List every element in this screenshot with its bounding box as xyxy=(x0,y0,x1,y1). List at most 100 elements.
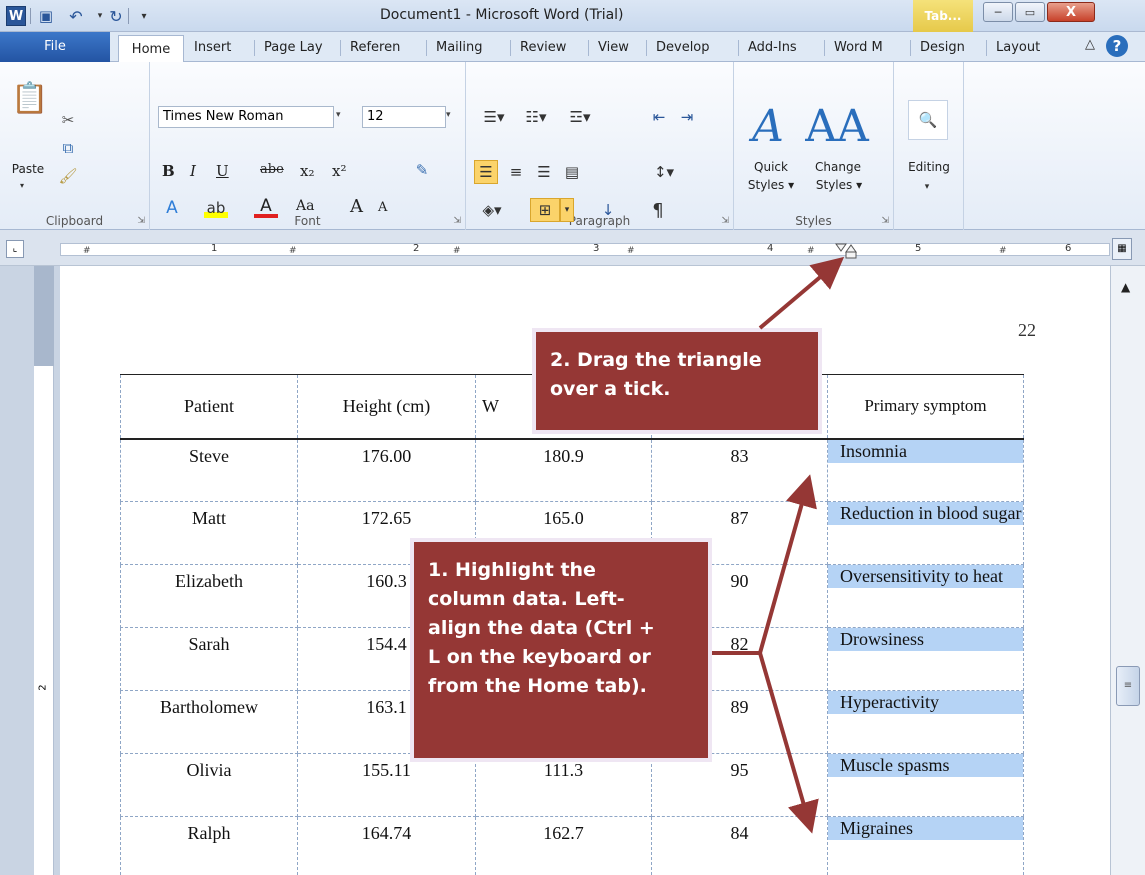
paste-button[interactable]: Paste xyxy=(6,162,50,176)
tab-developer[interactable]: Develop xyxy=(650,34,716,61)
change-styles-button[interactable]: Change xyxy=(808,160,868,174)
indent-markers[interactable] xyxy=(0,230,1145,266)
clipboard-launcher-icon[interactable]: ⇲ xyxy=(137,216,145,226)
styles-launcher-icon[interactable]: ⇲ xyxy=(881,216,889,226)
shading-icon[interactable]: ◈▾ xyxy=(474,198,510,222)
text-effects-icon[interactable]: A xyxy=(160,198,184,218)
scroll-thumb[interactable]: ≡ xyxy=(1116,666,1140,706)
font-size-combobox[interactable]: 12 xyxy=(362,106,446,128)
paste-dropdown-icon[interactable]: ▾ xyxy=(20,181,24,190)
save-icon[interactable]: ▣ xyxy=(36,6,56,26)
height-cell[interactable]: 176.00 xyxy=(297,438,476,502)
decrease-indent-icon[interactable]: ⇤ xyxy=(648,106,670,128)
paragraph-launcher-icon[interactable]: ⇲ xyxy=(721,216,729,226)
tab-insert[interactable]: Insert xyxy=(188,34,237,61)
clear-formatting-icon[interactable]: ✎ xyxy=(412,160,432,180)
patient-cell[interactable]: Elizabeth xyxy=(120,564,298,628)
minimize-ribbon-icon[interactable]: △ xyxy=(1085,37,1095,52)
line-spacing-icon[interactable]: ↕▾ xyxy=(646,160,682,184)
cut-icon[interactable]: ✂ xyxy=(58,110,78,130)
weight-cell[interactable]: 180.9 xyxy=(475,438,652,502)
vertical-ruler[interactable]: 2 xyxy=(34,266,54,875)
symptom-cell[interactable]: Migraines xyxy=(827,816,1024,875)
word-app-icon[interactable]: W xyxy=(6,6,26,26)
font-color-icon[interactable]: A xyxy=(254,196,278,218)
copy-icon[interactable]: ⧉ xyxy=(58,138,78,158)
numbering-icon[interactable]: ☷▾ xyxy=(518,106,554,128)
font-launcher-icon[interactable]: ⇲ xyxy=(453,216,461,226)
format-painter-icon[interactable]: 🖌 xyxy=(58,166,78,186)
tab-mailings[interactable]: Mailing xyxy=(430,34,489,61)
bold-button[interactable]: B xyxy=(162,162,175,180)
binoculars-icon[interactable]: 🔍 xyxy=(908,100,948,140)
value-cell[interactable]: 84 xyxy=(651,816,828,875)
view-ruler-icon[interactable]: ▦ xyxy=(1112,238,1132,260)
change-case-button[interactable]: Aa xyxy=(296,198,314,214)
shrink-font-button[interactable]: A xyxy=(378,200,387,215)
tab-references[interactable]: Referen xyxy=(344,34,406,61)
scroll-up-icon[interactable]: ▲ xyxy=(1121,280,1130,294)
tab-design[interactable]: Design xyxy=(914,34,971,61)
change-styles-icon[interactable]: AA xyxy=(805,101,869,152)
undo-icon[interactable]: ↶ xyxy=(66,6,86,26)
underline-button[interactable]: U xyxy=(216,162,229,180)
superscript-button[interactable]: x² xyxy=(332,162,346,180)
font-name-dropdown-icon[interactable]: ▾ xyxy=(336,110,341,120)
maximize-button[interactable]: ▭ xyxy=(1015,2,1045,22)
sort-icon[interactable]: ↓ xyxy=(596,198,620,222)
redo-icon[interactable]: ↻ xyxy=(106,6,126,26)
help-icon[interactable]: ? xyxy=(1106,35,1128,57)
patient-cell[interactable]: Sarah xyxy=(120,627,298,691)
patient-cell[interactable]: Ralph xyxy=(120,816,298,875)
borders-icon[interactable]: ⊞ xyxy=(530,198,560,222)
value-cell[interactable]: 83 xyxy=(651,438,828,502)
tab-word-m[interactable]: Word M xyxy=(828,34,889,61)
header-patient[interactable]: Patient xyxy=(120,374,298,440)
multilevel-list-icon[interactable]: ☲▾ xyxy=(558,106,602,128)
patient-cell[interactable]: Steve xyxy=(120,438,298,502)
tab-file[interactable]: File xyxy=(0,32,110,62)
borders-dropdown-icon[interactable]: ▾ xyxy=(560,198,574,222)
close-button[interactable]: X xyxy=(1047,2,1095,22)
symptom-cell[interactable]: Drowsiness xyxy=(827,627,1024,691)
header-primary-symptom[interactable]: Primary symptom xyxy=(827,374,1024,440)
tab-review[interactable]: Review xyxy=(514,34,572,61)
weight-cell[interactable]: 111.3 xyxy=(475,753,652,817)
hanging-indent-marker[interactable] xyxy=(845,244,857,253)
first-line-indent-marker[interactable] xyxy=(835,243,847,252)
subscript-button[interactable]: x₂ xyxy=(300,162,314,180)
symptom-cell[interactable]: Oversensitivity to heat xyxy=(827,564,1024,628)
align-left-icon[interactable]: ☰ xyxy=(474,160,498,184)
customize-quick-access-icon[interactable]: ▾ xyxy=(134,6,154,26)
quick-styles-label-2[interactable]: Styles ▾ xyxy=(740,178,802,192)
tab-page-layout[interactable]: Page Lay xyxy=(258,34,336,61)
weight-cell[interactable]: 162.7 xyxy=(475,816,652,875)
paste-icon[interactable]: 📋 xyxy=(8,72,52,124)
symptom-cell[interactable]: Insomnia xyxy=(827,438,1024,502)
symptom-cell[interactable]: Muscle spasms xyxy=(827,753,1024,817)
center-icon[interactable]: ≡ xyxy=(504,160,528,184)
increase-indent-icon[interactable]: ⇥ xyxy=(676,106,698,128)
patient-cell[interactable]: Bartholomew xyxy=(120,690,298,754)
highlight-color-icon[interactable]: ab xyxy=(204,198,228,218)
show-hide-button[interactable]: ¶ xyxy=(646,198,670,222)
justify-icon[interactable]: ▤ xyxy=(560,160,584,184)
italic-button[interactable]: I xyxy=(190,162,196,180)
quick-styles-button[interactable]: Quick xyxy=(744,160,798,174)
vertical-scrollbar[interactable]: ▲ ≡ xyxy=(1110,266,1145,875)
change-styles-label-2[interactable]: Styles ▾ xyxy=(808,178,870,192)
symptom-cell[interactable]: Reduction in blood sugar xyxy=(827,501,1024,565)
patient-cell[interactable]: Matt xyxy=(120,501,298,565)
height-cell[interactable]: 164.74 xyxy=(297,816,476,875)
font-size-dropdown-icon[interactable]: ▾ xyxy=(446,110,451,120)
quick-styles-icon[interactable]: A xyxy=(744,101,792,152)
left-indent-marker[interactable] xyxy=(845,251,857,259)
patient-cell[interactable]: Olivia xyxy=(120,753,298,817)
tab-home[interactable]: Home xyxy=(118,35,184,62)
strikethrough-button[interactable]: abe xyxy=(260,162,284,177)
align-right-icon[interactable]: ☰ xyxy=(532,160,556,184)
font-name-combobox[interactable]: Times New Roman xyxy=(158,106,334,128)
height-cell[interactable]: 155.11 xyxy=(297,753,476,817)
minimize-button[interactable]: ─ xyxy=(983,2,1013,22)
horizontal-ruler[interactable]: ⌞ # 1 # 2 # 3 # 4 # 5 # 6 ▦ xyxy=(0,230,1145,266)
